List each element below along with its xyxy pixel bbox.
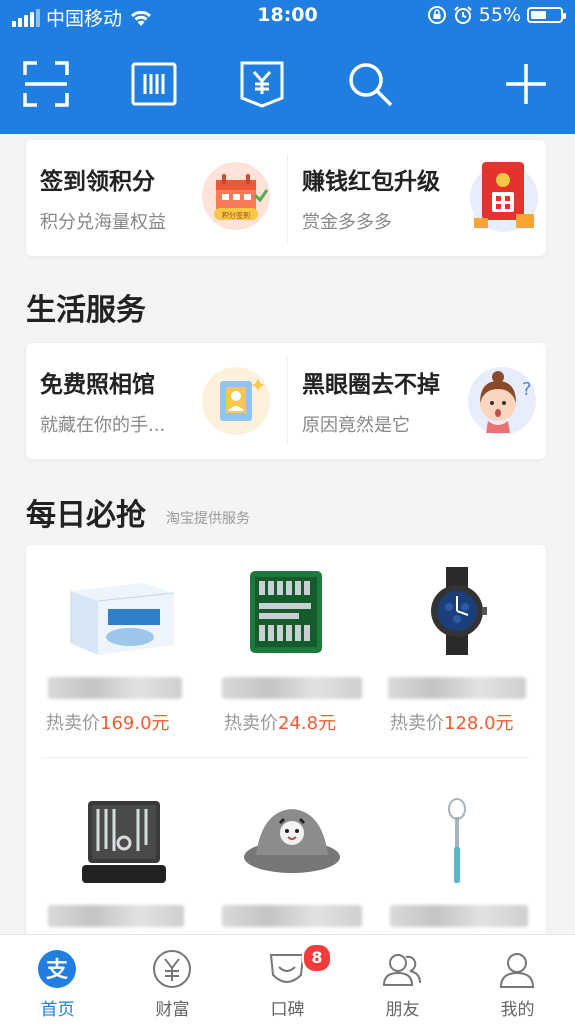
svg-text:?: ?: [522, 379, 532, 400]
scan-button[interactable]: [18, 56, 74, 112]
promo-card: 签到领积分 积分兑海量权益 积分签到 赚钱红包升级 赏金多多多: [26, 140, 546, 256]
pay-code-button[interactable]: [126, 56, 182, 112]
tile-title: 签到领积分: [40, 169, 155, 195]
profile-icon: [499, 953, 535, 988]
photo-studio-tile[interactable]: 免费照相馆 就藏在你的手...: [26, 343, 286, 459]
calendar-icon: 积分签到: [202, 162, 270, 230]
product-price: 热卖价24.8元: [224, 713, 337, 734]
plus-icon: [506, 64, 546, 104]
product-title-blurred: [48, 677, 182, 699]
tile-subtitle: 原因竟然是它: [302, 415, 410, 436]
search-button[interactable]: [342, 56, 398, 112]
status-right: 55%: [427, 4, 566, 26]
nail-clipper-set-image: [82, 801, 166, 883]
product-title-blurred: [222, 905, 362, 927]
wristwatch-image: [431, 567, 487, 655]
checkin-points-tile[interactable]: 签到领积分 积分兑海量权益 积分签到: [26, 140, 286, 256]
barcode-icon: [131, 62, 177, 106]
plush-cushion-image: [244, 809, 340, 873]
tab-home[interactable]: 支 首页: [0, 935, 115, 1028]
battery-icon: [527, 7, 566, 23]
battery-level: [531, 11, 546, 19]
tab-friends[interactable]: 朋友: [345, 935, 460, 1028]
section-subtitle: 淘宝提供服务: [166, 511, 250, 527]
tab-wealth[interactable]: 财富: [115, 935, 230, 1028]
life-services-card: 免费照相馆 就藏在你的手... 黑眼圈去不掉 原因竟然是它 ?: [26, 343, 546, 459]
product-title-blurred: [222, 677, 362, 699]
scan-icon: [23, 61, 69, 107]
tile-subtitle: 积分兑海量权益: [40, 212, 166, 233]
red-packet-icon: [470, 162, 538, 232]
row-divider: [42, 757, 530, 758]
product-price: 热卖价128.0元: [390, 713, 514, 734]
tile-subtitle: 就藏在你的手...: [40, 415, 166, 436]
notification-badge: 8: [302, 943, 332, 973]
bill-icon: [240, 61, 284, 108]
bill-button[interactable]: [234, 56, 290, 112]
whisk-image: [448, 798, 466, 883]
product-title-blurred: [388, 677, 526, 699]
add-button[interactable]: [498, 56, 554, 112]
alarm-icon: [454, 6, 472, 24]
tool-set-image: [250, 571, 322, 653]
tab-label: 首页: [40, 1000, 75, 1020]
red-packet-tile[interactable]: 赚钱红包升级 赏金多多多: [288, 140, 546, 256]
tile-title: 黑眼圈去不掉: [302, 372, 440, 398]
product-title-blurred: [48, 905, 184, 927]
svg-text:支: 支: [46, 958, 69, 983]
product-title-blurred: [390, 905, 528, 927]
koubei-icon: [269, 954, 305, 983]
tab-profile[interactable]: 我的: [460, 935, 575, 1028]
confused-girl-icon: ?: [468, 367, 536, 435]
daily-deals-card: 热卖价169.0元 热卖价24.8元 热卖价128.0元: [26, 545, 546, 945]
search-icon: [349, 63, 393, 107]
water-filter-box-image: [70, 583, 175, 655]
tab-label: 朋友: [385, 1000, 420, 1020]
tab-label: 我的: [500, 1000, 535, 1020]
tab-label: 财富: [155, 1000, 190, 1020]
section-title-daily-deals: 每日必抢: [26, 498, 146, 533]
wealth-icon: [153, 950, 191, 988]
badge-text: 积分签到: [222, 211, 250, 220]
tile-subtitle: 赏金多多多: [302, 212, 392, 233]
tile-title: 赚钱红包升级: [302, 169, 440, 195]
bottom-tab-bar: 支 首页 财富 口碑 朋友 我的 8: [0, 934, 575, 1028]
tile-title: 免费照相馆: [40, 372, 155, 398]
product-price: 热卖价169.0元: [46, 713, 170, 734]
photo-id-icon: [202, 367, 270, 435]
battery-percent: 55%: [478, 4, 521, 26]
friends-icon: [382, 954, 421, 986]
dark-circles-tile[interactable]: 黑眼圈去不掉 原因竟然是它 ?: [288, 343, 546, 459]
app-header: [0, 34, 575, 134]
orientation-lock-icon: [427, 6, 446, 24]
status-bar: 中国移动 18:00 55%: [0, 0, 575, 34]
alipay-icon: 支: [38, 950, 76, 988]
tab-label: 口碑: [270, 1000, 305, 1020]
section-title-life-services: 生活服务: [26, 293, 146, 328]
